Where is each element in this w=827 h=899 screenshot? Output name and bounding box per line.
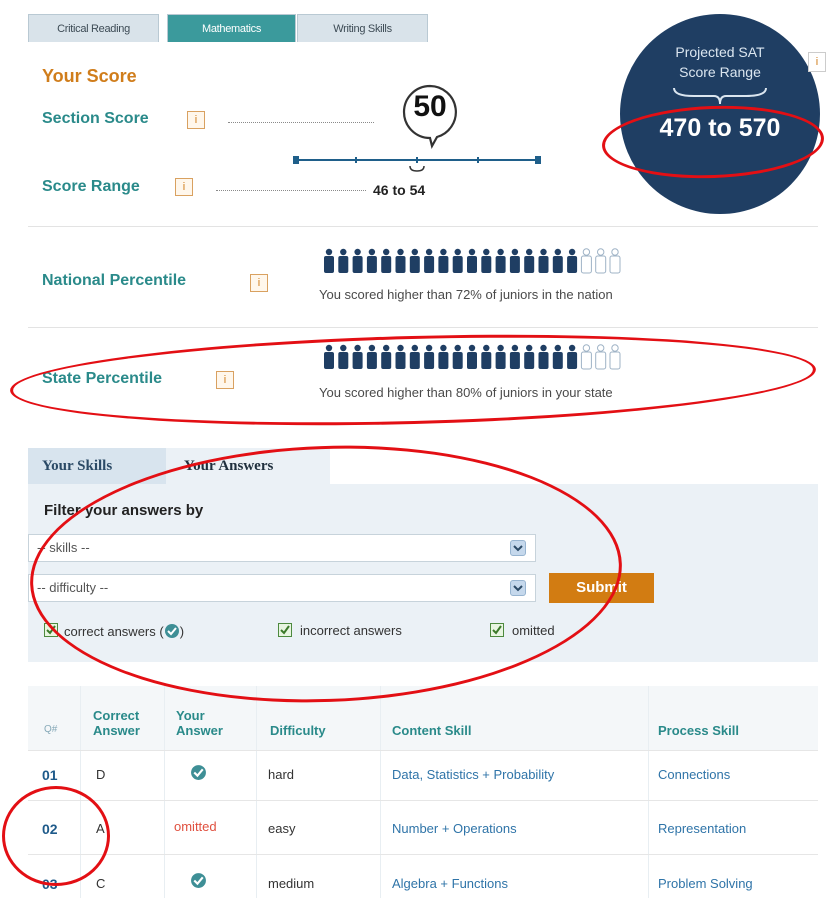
score-range-leader: [216, 190, 366, 191]
national-percentile-icons: [324, 248, 621, 274]
col-separator: [164, 686, 165, 898]
national-filled-person-icon: [409, 248, 420, 273]
annotation-row-02: [2, 786, 110, 886]
projected-brace-icon: [673, 87, 767, 105]
header-q[interactable]: Q#: [44, 722, 57, 737]
row-1-difficulty: hard: [268, 767, 295, 782]
header-your-answer-1: Your: [176, 708, 205, 723]
score-range-value: 46 to 54: [373, 182, 426, 198]
row-separator: [28, 750, 818, 751]
national-filled-person-icon: [538, 248, 549, 273]
col-separator: [380, 686, 381, 898]
national-filled-person-icon: [338, 248, 349, 273]
row-separator: [28, 854, 818, 855]
national-filled-person-icon: [567, 248, 578, 273]
national-filled-person-icon: [452, 248, 463, 273]
col-separator: [256, 686, 257, 898]
national-filled-person-icon: [381, 248, 392, 273]
national-percentile-text: You scored higher than 72% of juniors in…: [319, 287, 613, 302]
header-correct-answer-1: Correct: [93, 708, 140, 723]
row-2-difficulty: easy: [268, 821, 296, 836]
national-percentile-info-button[interactable]: i: [250, 274, 268, 292]
section-score-value: 50: [413, 90, 447, 123]
your-score-heading: Your Score: [42, 66, 137, 86]
row-1-check-icon: [191, 765, 206, 780]
section-score-leader: [228, 122, 374, 123]
projected-title-line1: Projected SAT: [675, 44, 765, 60]
header-content-skill: Content Skill: [392, 723, 472, 738]
row-2-your-answer: omitted: [174, 819, 217, 834]
row-3-difficulty: medium: [268, 876, 315, 891]
national-empty-person-icon: [580, 248, 592, 274]
national-filled-person-icon: [495, 248, 506, 273]
row-3-content-skill[interactable]: Algebra + Functions: [392, 876, 508, 891]
row-3-process-skill[interactable]: Problem Solving: [658, 876, 753, 891]
national-filled-person-icon: [366, 248, 377, 273]
row-1-q[interactable]: 01: [42, 767, 58, 783]
national-filled-person-icon: [424, 248, 435, 273]
tab-mathematics[interactable]: Mathematics: [167, 14, 296, 42]
table-header-bg: [28, 686, 818, 750]
row-2-process-skill[interactable]: Representation: [658, 821, 746, 836]
divider-national: [28, 327, 818, 328]
score-range-scale: [293, 156, 541, 172]
row-2-content-skill[interactable]: Number + Operations: [392, 821, 517, 836]
row-3-correct: C: [96, 876, 106, 891]
header-your-answer-2: Answer: [176, 723, 223, 738]
section-score-label: Section Score: [42, 110, 149, 127]
row-1-content-skill[interactable]: Data, Statistics + Probability: [392, 767, 554, 782]
projected-title-line2: Score Range: [679, 64, 761, 80]
national-filled-person-icon: [524, 248, 535, 273]
national-filled-person-icon: [481, 248, 492, 273]
row-3-check-icon: [191, 873, 206, 888]
projected-info-button[interactable]: i: [808, 52, 826, 72]
tab-writing-skills[interactable]: Writing Skills: [297, 14, 428, 42]
national-empty-person-icon: [609, 248, 621, 274]
national-filled-person-icon: [509, 248, 520, 273]
col-separator: [648, 686, 649, 898]
score-range-label: Score Range: [42, 178, 140, 195]
header-difficulty: Difficulty: [270, 723, 326, 738]
header-correct-answer-2: Answer: [93, 723, 140, 738]
divider-score: [28, 226, 818, 227]
row-1-process-skill[interactable]: Connections: [658, 767, 730, 782]
national-filled-person-icon: [395, 248, 406, 273]
national-filled-person-icon: [324, 248, 334, 273]
tab-critical-reading[interactable]: Critical Reading: [28, 14, 159, 42]
section-score-info-button[interactable]: i: [187, 111, 205, 129]
score-range-info-button[interactable]: i: [175, 178, 193, 196]
row-1-correct: D: [96, 767, 106, 782]
national-filled-person-icon: [352, 248, 363, 273]
national-filled-person-icon: [438, 248, 449, 273]
national-percentile-label: National Percentile: [42, 272, 187, 289]
header-process-skill: Process Skill: [658, 723, 739, 738]
annotation-state-percentile: [8, 325, 818, 435]
row-separator: [28, 800, 818, 801]
national-filled-person-icon: [467, 248, 477, 273]
national-filled-person-icon: [552, 248, 563, 273]
national-empty-person-icon: [595, 248, 607, 274]
